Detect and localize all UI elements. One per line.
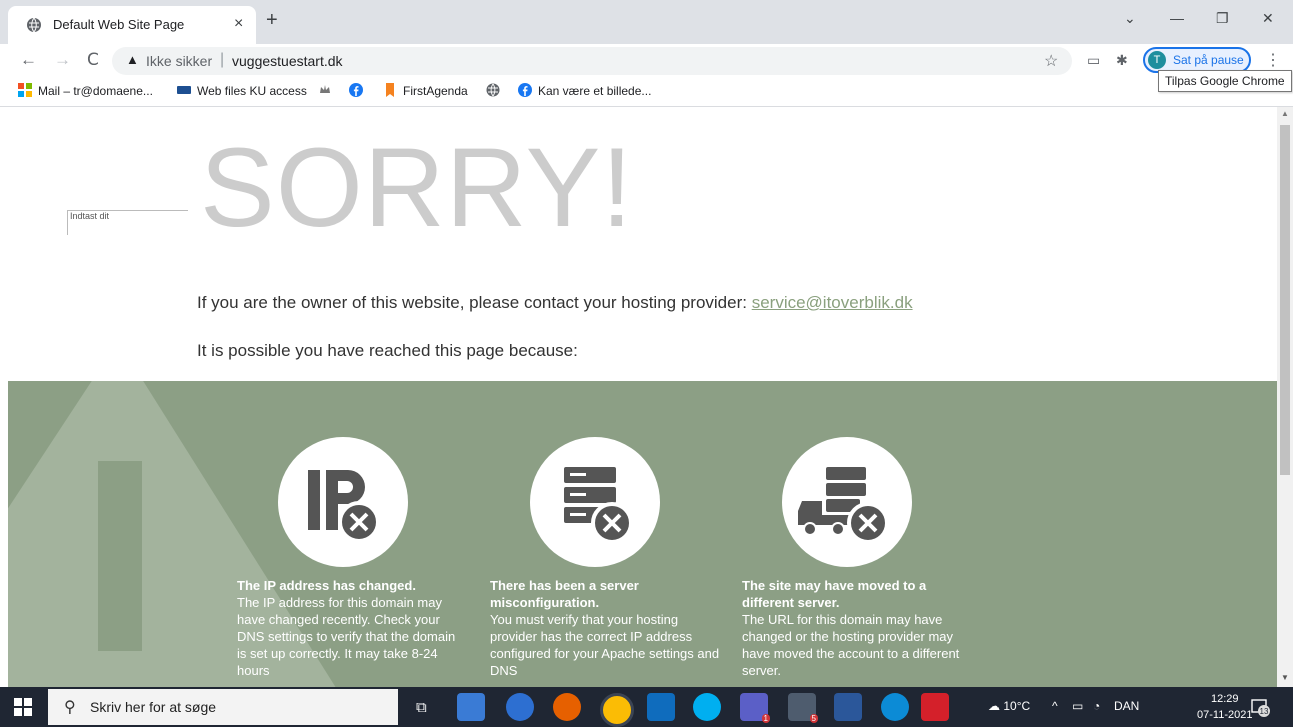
language-indicator[interactable]: DAN [1114,699,1139,713]
bookmark-crown[interactable] [318,83,338,98]
microsoft-icon [18,83,32,97]
globe-icon [27,17,41,33]
teams-badge: 1 [761,714,770,723]
word-icon[interactable] [834,693,862,721]
ku-icon [177,86,191,94]
close-window-button[interactable]: ✕ [1262,10,1274,27]
edge-icon[interactable] [881,693,909,721]
profile-label: Sat på pause [1173,53,1244,67]
skype-icon[interactable] [693,693,721,721]
globe-icon [486,83,500,97]
notification-icon[interactable]: 13 [1250,697,1270,717]
bookmark-facebook-image[interactable]: Kan være et billede... [518,83,651,98]
facebook-icon [518,83,532,97]
taskbar: ⚲ Skriv her for at søge ⧉ 1 5 ☁ 10°C ^ ▭… [0,687,1293,727]
bookmark-facebook[interactable] [349,83,369,98]
reason-body: The IP address for this domain may have … [237,595,456,678]
warning-triangle-icon[interactable]: ▲ [126,52,139,67]
reason-intro: It is possible you have reached this pag… [197,341,578,360]
minimize-button[interactable]: — [1170,10,1184,26]
back-button[interactable]: ← [20,50,37,70]
contact-email-link[interactable]: service@itoverblik.dk [752,293,913,312]
tab-search-icon[interactable]: ⌄ [1124,10,1136,27]
search-icon: ⚲ [64,699,76,716]
reading-mode-icon[interactable]: ▭ [1087,52,1100,69]
security-label[interactable]: Ikke sikker [146,53,212,69]
wifi-icon[interactable]: ◔ [1093,699,1100,713]
chrome-menu-icon[interactable]: ⋮ [1265,50,1281,70]
reason-body: The URL for this domain may have changed… [742,612,960,678]
ip-error-icon [278,437,408,567]
battery-icon[interactable]: ▭ [1072,699,1083,713]
server-error-icon [530,437,660,567]
reason-title: There has been a server misconfiguration… [490,578,639,610]
bookmark-firstagenda[interactable]: FirstAgenda [383,83,468,98]
address-bar[interactable]: ▲ Ikke sikker | vuggestuestart.dk ☆ [112,47,1072,75]
svg-text:13: 13 [1260,707,1269,716]
bookmarks-bar: Mail – tr@domaene... Web files KU access… [0,76,1293,107]
bookmark-mail[interactable]: Mail – tr@domaene... [18,83,153,98]
teams-icon[interactable]: 1 [740,693,770,723]
omnibox-separator: | [220,51,225,68]
toolbar: ← → C ▲ Ikke sikker | vuggestuestart.dk … [0,44,1293,76]
tab-default-web-site[interactable]: Default Web Site Page × [8,6,256,44]
windows-start-icon[interactable] [14,698,32,716]
reasons-band: The IP address has changed. The IP addre… [8,381,1277,687]
bookmark-globe[interactable] [486,83,506,98]
chrome-icon[interactable] [600,693,634,727]
reason-title: The site may have moved to a different s… [742,578,927,610]
taskbar-clock[interactable]: 12:29 07-11-2021 [1197,691,1252,723]
task-view-icon[interactable]: ⧉ [416,699,427,716]
url-text[interactable]: vuggestuestart.dk [232,53,343,69]
broken-image: Indtast dit [67,210,188,235]
acrobat-icon[interactable] [921,693,949,721]
bookmark-ku[interactable]: Web files KU access [177,83,307,98]
page-title: SORRY! [200,125,634,250]
facebook-icon [349,83,363,97]
moved-server-icon [782,437,912,567]
tab-title: Default Web Site Page [53,17,185,32]
reason-body: You must verify that your hosting provid… [490,612,720,678]
outlook-icon[interactable] [647,693,675,721]
tooltip: Tilpas Google Chrome [1158,70,1292,92]
tab-strip: Default Web Site Page × + ⌄ — ❐ ✕ [0,0,1293,44]
reason-moved-server: The site may have moved to a different s… [742,577,972,679]
reason-misconfiguration: There has been a server misconfiguration… [490,577,720,679]
forward-button[interactable]: → [54,50,71,70]
reason-title: The IP address has changed. [237,578,416,593]
owner-contact-text: If you are the owner of this website, pl… [197,293,913,312]
skype-business-icon[interactable]: 5 [788,693,818,723]
avatar: T [1148,51,1166,69]
extensions-icon[interactable]: ✱ [1116,52,1128,69]
app-badge: 5 [809,714,818,723]
taskbar-search-input[interactable]: ⚲ Skriv her for at søge [48,689,398,725]
tray-chevron-icon[interactable]: ^ [1052,699,1058,713]
new-tab-button[interactable]: + [266,9,278,32]
web-page: Indtast dit SORRY! If you are the owner … [0,107,1277,687]
reload-button[interactable]: C [87,50,99,70]
page-scrollbar[interactable]: ▲ ▼ [1277,107,1293,687]
scroll-down-icon[interactable]: ▼ [1281,673,1289,682]
firefox-icon[interactable] [553,693,581,721]
weather-widget[interactable]: ☁ 10°C [988,699,1030,713]
tab-close-icon[interactable]: × [234,15,243,33]
bookmark-star-icon[interactable]: ☆ [1044,51,1058,71]
scrollbar-thumb[interactable] [1280,125,1290,475]
search-placeholder: Skriv her for at søge [90,699,217,715]
crown-icon [320,85,330,93]
file-explorer-icon[interactable] [457,693,485,721]
edge-legacy-icon[interactable] [506,693,534,721]
restore-button[interactable]: ❐ [1216,10,1229,27]
scroll-up-icon[interactable]: ▲ [1281,109,1289,118]
firstagenda-icon [386,83,394,97]
reason-ip-changed: The IP address has changed. The IP addre… [237,577,467,679]
